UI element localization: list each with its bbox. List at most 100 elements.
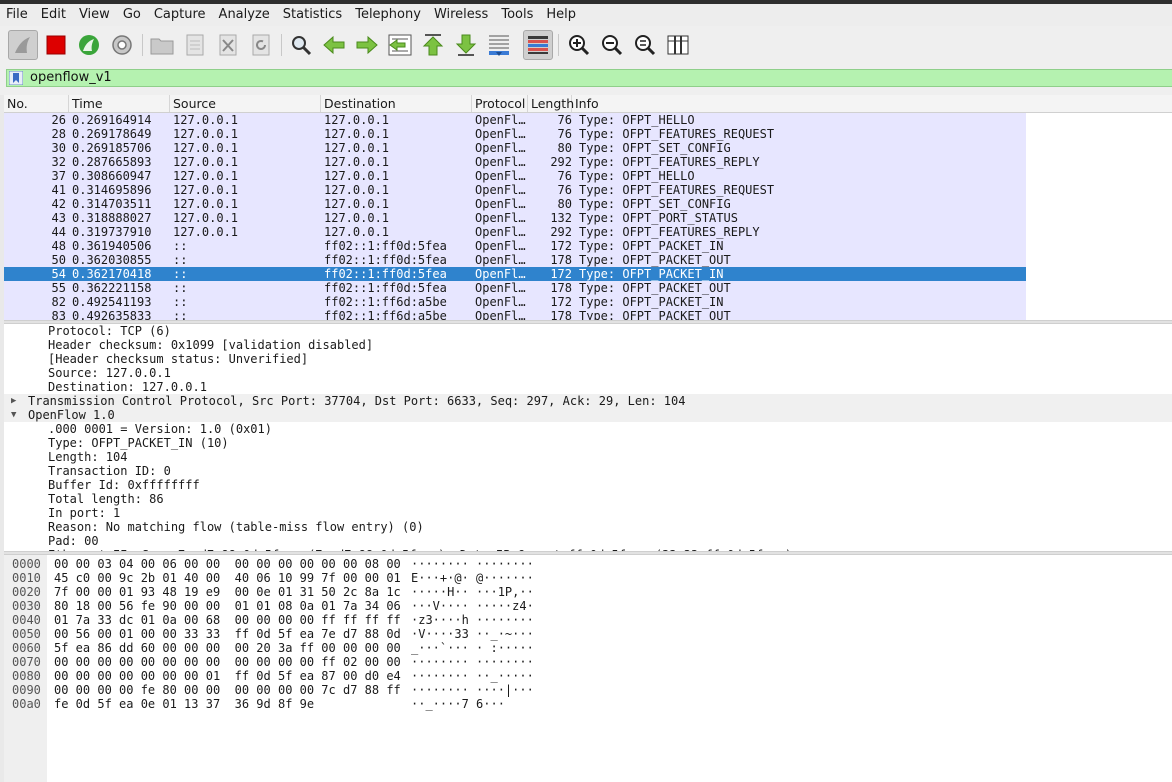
tree-item[interactable]: ▼ OpenFlow 1.0 (4, 408, 1172, 422)
cell-protocol: OpenFl… (475, 239, 526, 253)
column-header-info[interactable]: Info (572, 95, 1172, 112)
cell-time: 0.314703511 (72, 197, 152, 211)
save-file-icon[interactable] (180, 30, 210, 60)
cell-protocol: OpenFl… (475, 113, 526, 127)
tree-item[interactable]: Length: 104 (4, 450, 1172, 464)
tree-item[interactable]: Buffer Id: 0xffffffff (4, 478, 1172, 492)
menu-statistics[interactable]: Statistics (277, 4, 349, 26)
packet-bytes[interactable]: 0000 00 00 03 04 00 06 00 00 00 00 00 00 … (4, 555, 1172, 782)
column-header-no[interactable]: No. (4, 95, 69, 112)
resize-columns-icon[interactable] (663, 30, 693, 60)
menu-capture[interactable]: Capture (148, 4, 213, 26)
hex-offset: 0010 (12, 571, 41, 585)
cell-time: 0.362170418 (72, 267, 152, 281)
shark-fin-start-icon[interactable] (8, 30, 38, 60)
table-row[interactable]: 30 0.269185706 127.0.0.1 127.0.0.1 OpenFl… 80… (4, 141, 1026, 155)
cell-time: 0.269164914 (72, 113, 152, 127)
column-header-time[interactable]: Time (69, 95, 170, 112)
toolbar-separator (281, 34, 282, 56)
expanded-arrow-icon[interactable]: ▼ (11, 408, 16, 422)
find-icon[interactable] (286, 30, 316, 60)
tree-item[interactable]: Transaction ID: 0 (4, 464, 1172, 478)
autoscroll-icon[interactable] (484, 30, 514, 60)
cell-destination: ff02::1:ff0d:5fea (324, 253, 447, 267)
table-row[interactable]: 82 0.492541193:: ff02::1:ff6d:a5be OpenFl… 1… (4, 295, 1026, 309)
column-header-destination[interactable]: Destination (321, 95, 472, 112)
column-header-length[interactable]: Length (528, 95, 574, 112)
table-row[interactable]: 37 0.308660947 127.0.0.1 127.0.0.1 OpenFl… 76… (4, 169, 1026, 183)
table-row-selected[interactable]: 54 0.362170418:: ff02::1:ff0d:5fea OpenFl… 1… (4, 267, 1026, 281)
packet-list[interactable]: No. Time Source Destination Protocol Len… (4, 95, 1172, 320)
colorize-icon[interactable] (523, 30, 553, 60)
zoom-out-icon[interactable] (597, 30, 627, 60)
tree-item-label: Transaction ID: 0 (48, 464, 171, 478)
hex-ascii: ········ ····|··· (411, 683, 534, 697)
menu-help[interactable]: Help (540, 4, 583, 26)
cell-time: 0.318888027 (72, 211, 152, 225)
table-row[interactable]: 43 0.318888027 127.0.0.1 127.0.0.1 OpenFl… 13… (4, 211, 1026, 225)
column-header-source[interactable]: Source (170, 95, 321, 112)
table-row[interactable]: 42 0.314703511 127.0.0.1 127.0.0.1 OpenFl… 80… (4, 197, 1026, 211)
column-header-protocol[interactable]: Protocol (472, 95, 528, 112)
first-packet-icon[interactable] (418, 30, 448, 60)
tree-item[interactable]: Type: OFPT_PACKET_IN (10) (4, 436, 1172, 450)
menu-edit[interactable]: Edit (35, 4, 73, 26)
restart-icon[interactable] (74, 30, 104, 60)
tree-item[interactable]: Destination: 127.0.0.1 (4, 380, 1172, 394)
go-forward-icon[interactable] (352, 30, 382, 60)
menu-wireless[interactable]: Wireless (428, 4, 495, 26)
reload-icon[interactable] (246, 30, 276, 60)
table-row[interactable]: 26 0.269164914 127.0.0.1 127.0.0.1 OpenFl… 76… (4, 113, 1026, 127)
tree-item[interactable]: Pad: 00 (4, 534, 1172, 548)
table-row[interactable]: 50 0.362030855:: ff02::1:ff0d:5fea OpenFl… 1… (4, 253, 1026, 267)
cell-source: 127.0.0.1 (173, 197, 239, 211)
last-packet-icon[interactable] (451, 30, 481, 60)
cell-length: 178 (550, 253, 572, 267)
tree-item-label: Total length: 86 (48, 492, 164, 506)
tree-item[interactable]: Total length: 86 (4, 492, 1172, 506)
close-file-icon[interactable] (213, 30, 243, 60)
cell-protocol: OpenFl… (475, 127, 526, 141)
tree-item[interactable]: Source: 127.0.0.1 (4, 366, 1172, 380)
table-row[interactable]: 55 0.362221158:: ff02::1:ff0d:5fea OpenFl… 1… (4, 281, 1026, 295)
cell-no: 42 (51, 197, 66, 211)
go-to-packet-icon[interactable] (385, 30, 415, 60)
zoom-in-icon[interactable] (564, 30, 594, 60)
menu-go[interactable]: Go (117, 4, 148, 26)
go-back-icon[interactable] (319, 30, 349, 60)
capture-options-icon[interactable] (107, 30, 137, 60)
display-filter-input[interactable]: openflow_v1 (30, 70, 112, 86)
packet-details[interactable]: Protocol: TCP (6) Header checksum: 0x1099… (4, 324, 1172, 551)
tree-item[interactable]: Protocol: TCP (6) (4, 324, 1172, 338)
cell-time: 0.492541193 (72, 295, 152, 309)
menu-analyze[interactable]: Analyze (213, 4, 277, 26)
table-row[interactable]: 28 0.269178649 127.0.0.1 127.0.0.1 OpenFl… 76… (4, 127, 1026, 141)
menu-tools[interactable]: Tools (495, 4, 540, 26)
tree-item[interactable]: Reason: No matching flow (table-miss flo… (4, 520, 1172, 534)
menu-view[interactable]: View (73, 4, 117, 26)
table-row[interactable]: 41 0.314695896 127.0.0.1 127.0.0.1 OpenFl… 76… (4, 183, 1026, 197)
tree-item-label: Length: 104 (48, 450, 128, 464)
collapsed-arrow-icon[interactable]: ▶ (11, 394, 16, 408)
cell-info: Type: OFPT_PACKET_IN (579, 267, 724, 281)
table-row[interactable]: 48 0.361940506:: ff02::1:ff0d:5fea OpenFl… 1… (4, 239, 1026, 253)
tree-item[interactable]: Header checksum: 0x1099 [validation disa… (4, 338, 1172, 352)
table-row[interactable]: 32 0.287665893 127.0.0.1 127.0.0.1 OpenFl… 29… (4, 155, 1026, 169)
cell-source: :: (173, 253, 188, 267)
table-row[interactable]: 44 0.319737910 127.0.0.1 127.0.0.1 OpenFl… 29… (4, 225, 1026, 239)
tree-item[interactable]: ▶ Transmission Control Protocol, Src Port… (4, 394, 1172, 408)
cell-length: 132 (550, 211, 572, 225)
menu-telephony[interactable]: Telephony (349, 4, 428, 26)
display-filter-bar[interactable]: openflow_v1 (6, 69, 1172, 87)
zoom-normal-icon[interactable] (630, 30, 660, 60)
table-row[interactable]: 83 0.492635833:: ff02::1:ff6d:a5be OpenFl… 1… (4, 309, 1026, 320)
stop-icon[interactable] (41, 30, 71, 60)
open-file-icon[interactable] (147, 30, 177, 60)
bookmark-icon[interactable] (9, 71, 23, 85)
cell-source: :: (173, 267, 188, 281)
tree-item[interactable]: .000 0001 = Version: 1.0 (0x01) (4, 422, 1172, 436)
tree-item[interactable]: [Header checksum status: Unverified] (4, 352, 1172, 366)
tree-item[interactable]: In port: 1 (4, 506, 1172, 520)
menu-file[interactable]: File (0, 4, 35, 26)
cell-info: Type: OFPT_SET_CONFIG (579, 141, 731, 155)
